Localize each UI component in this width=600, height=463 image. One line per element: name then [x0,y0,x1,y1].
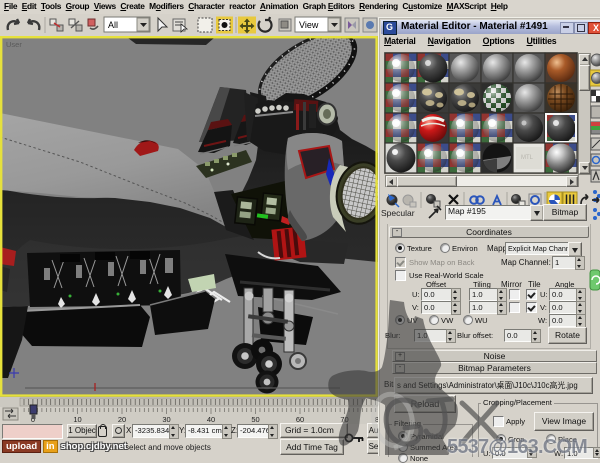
svg-text:View: View [299,20,319,30]
svg-text:20: 20 [118,415,126,424]
svg-text:User: User [6,40,22,49]
svg-text:All: All [108,20,118,30]
svg-text:10: 10 [73,415,81,424]
svg-text:MTL: MTL [521,155,534,161]
